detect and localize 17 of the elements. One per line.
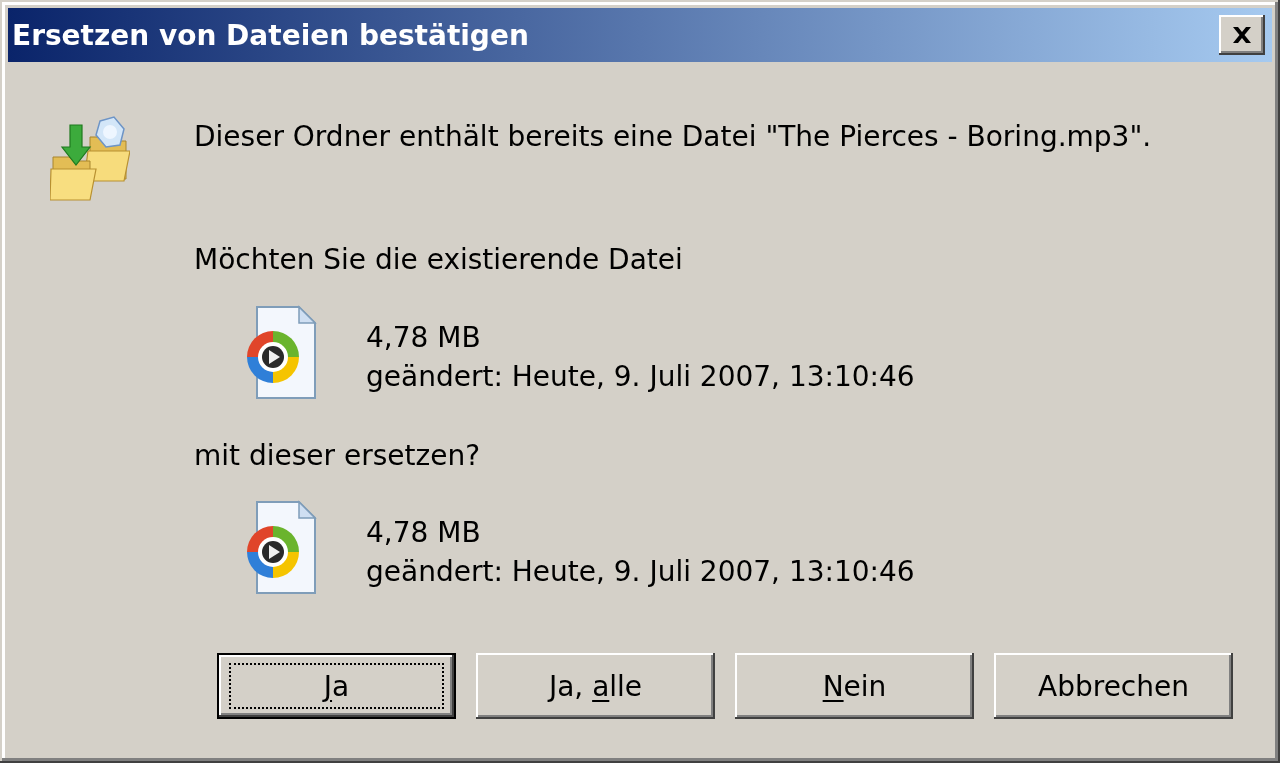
question-text: Möchten Sie die existierende Datei <box>194 242 683 278</box>
file-modified-date: geändert: Heute, 9. Juli 2007, 13:10:46 <box>366 554 915 590</box>
folders-arrow-icon <box>50 115 130 201</box>
dialog-button[interactable]: Ja, alle <box>476 653 715 719</box>
dialog-message: Dieser Ordner enthält bereits eine Datei "The Pierces - Boring.mp3". <box>194 119 1152 155</box>
window-title: Ersetzen von Dateien bestätigen <box>12 18 529 52</box>
close-icon <box>1231 26 1253 44</box>
media-file-icon <box>245 500 317 595</box>
file-size: 4,78 MB <box>366 515 482 551</box>
dialog-button[interactable]: Nein <box>735 653 974 719</box>
file-size: 4,78 MB <box>366 320 482 356</box>
question-text: mit dieser ersetzen? <box>194 438 480 474</box>
dialog-button[interactable]: Ja <box>217 653 456 719</box>
media-file-icon <box>245 305 317 400</box>
close-button[interactable] <box>1219 15 1265 55</box>
file-modified-date: geändert: Heute, 9. Juli 2007, 13:10:46 <box>366 359 915 395</box>
dialog-button[interactable]: Abbrechen <box>994 653 1233 719</box>
